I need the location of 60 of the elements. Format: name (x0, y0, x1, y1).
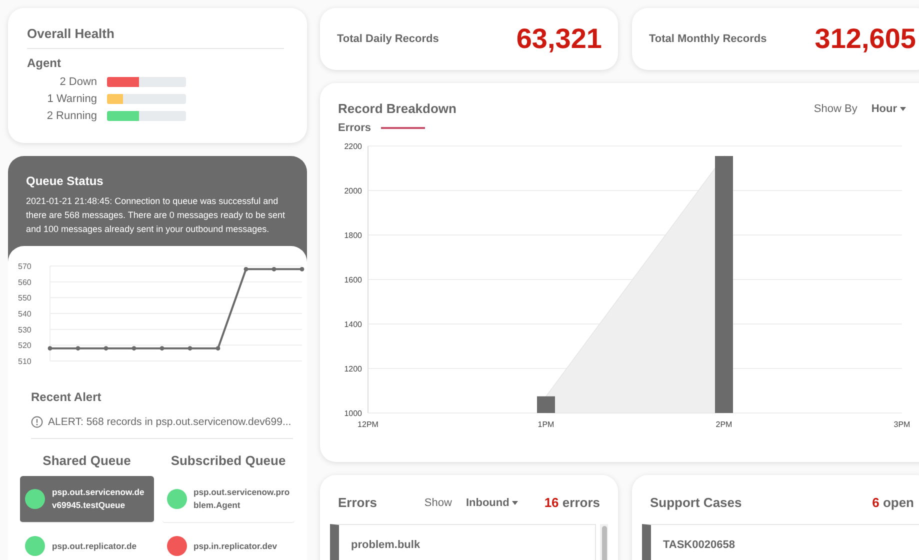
section-title: Recent Alert (31, 390, 102, 404)
panel-title: Queue Status (25, 174, 104, 188)
error-count: 16 errors (544, 495, 600, 510)
data-point (188, 346, 192, 351)
alert-message: ALERT: 568 records in psp.out.servicenow.dev699... (48, 416, 292, 428)
data-point (76, 346, 80, 351)
stat-label: Total Monthly Records (649, 33, 767, 45)
data-point (244, 266, 248, 272)
queue-item[interactable]: psp.out.replicator.de (20, 523, 154, 560)
agent-status-label: 2 Down (58, 76, 97, 88)
stat-value: 63,321 (516, 23, 602, 55)
data-point (216, 346, 220, 351)
axis-tick-label: 520 (18, 341, 32, 350)
axis-tick-label: 2PM (716, 420, 732, 429)
axis-tick-label: 2000 (344, 186, 362, 196)
axis-tick-label: 570 (18, 262, 32, 271)
data-point (104, 346, 108, 351)
agent-status-label: 2 Running (46, 110, 97, 122)
axis-tick-label: 1600 (344, 276, 362, 284)
stat-value: 312,605 (814, 23, 916, 55)
axis-tick-label: 12PM (358, 420, 378, 429)
show-label: Show (424, 496, 452, 508)
chart-bar (537, 396, 555, 413)
axis-tick-label: 3PM (894, 420, 910, 429)
data-point (48, 346, 52, 351)
card-title: Overall Health (27, 26, 284, 49)
axis-tick-label: 530 (18, 325, 32, 334)
column-title: Shared Queue (42, 453, 132, 468)
queue-item[interactable]: psp.in.replicator.dev (162, 523, 295, 560)
axis-tick-label: 560 (18, 278, 32, 287)
show-by-label: Show By (814, 102, 858, 114)
stat-label: Total Daily Records (337, 33, 439, 45)
data-point (272, 266, 276, 272)
legend-label: Errors (338, 122, 372, 134)
open-count: 6 open (872, 495, 914, 510)
agent-status-label: 1 Warning (46, 92, 97, 104)
column-title: Subscribed Queue (170, 453, 287, 468)
queue-item[interactable]: psp.out.servicenow.problem.Agent (162, 476, 295, 523)
axis-tick-label: 510 (18, 357, 32, 366)
axis-tick-label: 1PM (538, 420, 554, 429)
status-message: 2021-01-21 21:48:45: Connection to queue was successful and there are 568 messages. There are 0 messages ready to be sent and 100 messages already sent in your outbound messages. (25, 195, 286, 236)
data-point (132, 346, 136, 351)
filter-dropdown[interactable]: Inbound (466, 496, 518, 508)
section-label: Agent (27, 56, 62, 70)
alert-icon (31, 416, 43, 428)
data-point (300, 266, 304, 272)
card-title: Errors (338, 495, 378, 510)
card-title: Support Cases (650, 495, 742, 510)
queue-item[interactable]: psp.out.servicenow.dev69945.testQueue (20, 476, 154, 523)
axis-tick-label: 1400 (344, 320, 362, 329)
card-title: Record Breakdown (338, 101, 456, 116)
axis-tick-label: 1800 (344, 231, 362, 240)
axis-tick-label: 1000 (344, 409, 362, 418)
axis-tick-label: 540 (18, 310, 32, 318)
axis-tick-label: 2200 (344, 142, 362, 151)
case-item[interactable]: TASK0020658 (642, 524, 919, 560)
axis-tick-label: 550 (18, 294, 32, 303)
axis-tick-label: 1200 (344, 364, 362, 374)
hour-dropdown[interactable]: Hour (871, 102, 906, 114)
data-point (160, 346, 164, 351)
